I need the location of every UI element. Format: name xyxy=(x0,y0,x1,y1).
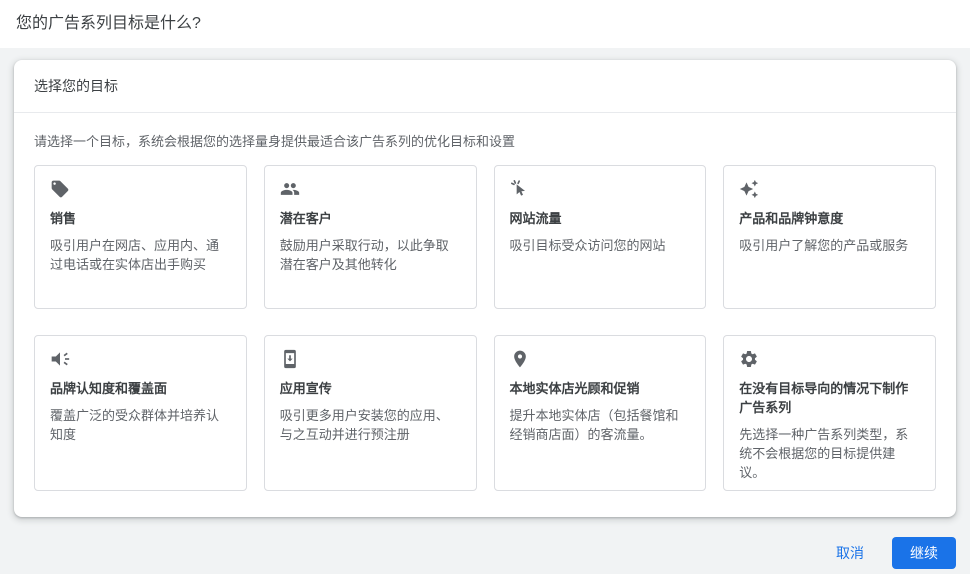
goal-title: 在没有目标导向的情况下制作广告系列 xyxy=(739,381,909,415)
people-icon xyxy=(280,179,300,199)
goal-description: 先选择一种广告系列类型，系统不会根据您的目标提供建议。 xyxy=(739,427,909,480)
location-pin-icon xyxy=(510,349,530,369)
continue-button[interactable]: 继续 xyxy=(892,537,956,569)
sparkles-icon xyxy=(739,179,759,199)
goal-title: 本地实体店光顾和促销 xyxy=(509,381,640,396)
goal-title: 品牌认知度和覆盖面 xyxy=(50,381,168,396)
panel-header: 选择您的目标 xyxy=(14,60,956,113)
goal-description: 提升本地实体店（包括餐馆和经销商店面）的客流量。 xyxy=(509,408,679,442)
goal-title: 产品和品牌钟意度 xyxy=(739,211,844,226)
goal-description: 吸引更多用户安装您的应用、与之互动并进行预注册 xyxy=(279,408,449,442)
goal-title: 网站流量 xyxy=(509,211,562,226)
footer-actions: 取消 继续 xyxy=(14,517,956,569)
page-title: 您的广告系列目标是什么? xyxy=(16,15,201,32)
goal-description: 鼓励用户采取行动，以此争取潜在客户及其他转化 xyxy=(279,238,449,272)
cancel-button[interactable]: 取消 xyxy=(818,537,882,569)
panel-subtitle: 请选择一个目标，系统会根据您的选择量身提供最适合该广告系列的优化目标和设置 xyxy=(34,134,516,149)
goal-card-brand-consideration[interactable]: 产品和品牌钟意度 吸引用户了解您的产品或服务 xyxy=(723,165,936,309)
goal-description: 覆盖广泛的受众群体并培养认知度 xyxy=(50,408,220,442)
goal-description: 吸引用户了解您的产品或服务 xyxy=(739,238,909,253)
goal-card-leads[interactable]: 潜在客户 鼓励用户采取行动，以此争取潜在客户及其他转化 xyxy=(263,165,477,309)
goal-title: 潜在客户 xyxy=(279,211,332,226)
phone-install-icon xyxy=(280,349,300,369)
goal-card-app-promotion[interactable]: 应用宣传 吸引更多用户安装您的应用、与之互动并进行预注册 xyxy=(263,335,477,491)
goal-selection-panel: 选择您的目标 请选择一个目标，系统会根据您的选择量身提供最适合该广告系列的优化目… xyxy=(14,60,956,517)
goal-card-local-store[interactable]: 本地实体店光顾和促销 提升本地实体店（包括餐馆和经销商店面）的客流量。 xyxy=(493,335,707,491)
cursor-click-icon xyxy=(510,179,530,199)
page-header: 您的广告系列目标是什么? xyxy=(0,0,970,48)
goal-title: 应用宣传 xyxy=(279,381,332,396)
gear-icon xyxy=(739,349,759,369)
goal-description: 吸引用户在网店、应用内、通过电话或在实体店出手购买 xyxy=(50,238,220,272)
goals-grid: 销售 吸引用户在网店、应用内、通过电话或在实体店出手购买 潜在客户 鼓励用户采取… xyxy=(14,163,956,517)
goal-card-no-goal[interactable]: 在没有目标导向的情况下制作广告系列 先选择一种广告系列类型，系统不会根据您的目标… xyxy=(723,335,936,491)
tag-icon xyxy=(50,179,70,199)
megaphone-icon xyxy=(50,349,70,369)
goal-title: 销售 xyxy=(50,211,77,226)
goal-description: 吸引目标受众访问您的网站 xyxy=(509,238,666,253)
goal-card-brand-awareness[interactable]: 品牌认知度和覆盖面 覆盖广泛的受众群体并培养认知度 xyxy=(34,335,247,491)
content-area: 选择您的目标 请选择一个目标，系统会根据您的选择量身提供最适合该广告系列的优化目… xyxy=(0,48,970,569)
goal-card-sales[interactable]: 销售 吸引用户在网店、应用内、通过电话或在实体店出手购买 xyxy=(34,165,247,309)
goal-card-website-traffic[interactable]: 网站流量 吸引目标受众访问您的网站 xyxy=(493,165,707,309)
